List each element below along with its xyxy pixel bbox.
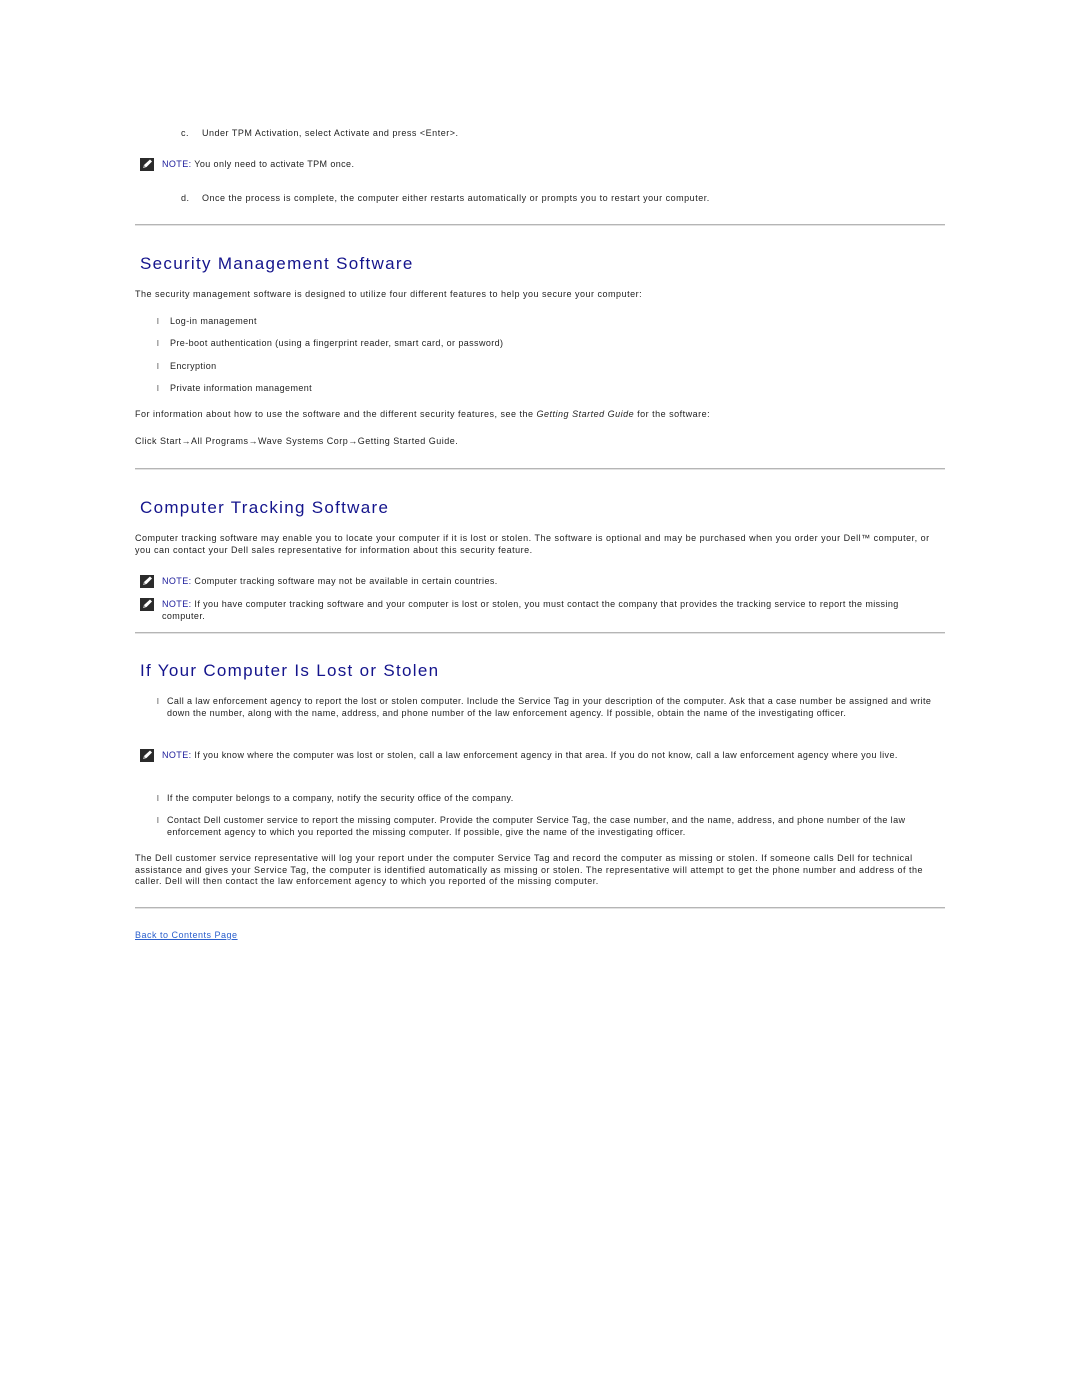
note-pencil-icon — [140, 749, 154, 762]
section-title-security: Security Management Software — [140, 254, 414, 273]
note-text: You only need to activate TPM once. — [194, 159, 355, 169]
list-item-text: Call a law enforcement agency to report … — [167, 696, 932, 718]
list-item: l If the computer belongs to a company, … — [135, 793, 945, 805]
section-divider — [135, 468, 945, 470]
note-tracking-contact: NOTE: If you have computer tracking soft… — [140, 598, 940, 622]
list-item: l Call a law enforcement agency to repor… — [135, 696, 945, 719]
info-text: for the software: — [634, 409, 711, 419]
click-path: Click Start→All Programs→Wave Systems Co… — [135, 436, 459, 446]
bullet-marker: l — [157, 339, 160, 348]
note-know-location: NOTE: If you know where the computer was… — [140, 749, 940, 762]
note-tpm: NOTE: You only need to activate TPM once… — [140, 158, 940, 171]
step-text: Once the process is complete, the comput… — [202, 193, 710, 203]
step-label: c. — [181, 128, 190, 138]
list-item-text: Log-in management — [170, 316, 257, 326]
security-info: For information about how to use the sof… — [135, 409, 945, 421]
list-item-text: If the computer belongs to a company, no… — [167, 793, 514, 803]
note-text: If you know where the computer was lost … — [194, 750, 898, 760]
closing-paragraph: The Dell customer service representative… — [135, 853, 924, 886]
note-pencil-icon — [140, 598, 154, 611]
note-tracking-unavailable: NOTE: Computer tracking software may not… — [140, 575, 940, 588]
list-item-text: Pre-boot authentication (using a fingerp… — [170, 338, 504, 348]
note-keyword: NOTE: — [162, 750, 192, 760]
step-label: d. — [181, 193, 190, 203]
bullet-marker: l — [157, 816, 160, 825]
section-title-tracking: Computer Tracking Software — [140, 498, 390, 517]
info-text: For information about how to use the sof… — [135, 409, 537, 419]
bullet-marker: l — [157, 697, 160, 706]
note-pencil-icon — [140, 158, 154, 171]
note-text: If you have computer tracking software a… — [162, 599, 899, 621]
section-title-lost: If Your Computer Is Lost or Stolen — [140, 661, 440, 680]
bullet-marker: l — [157, 794, 160, 803]
section-divider — [135, 224, 945, 226]
list-item: l Encryption — [135, 361, 217, 373]
step-text: Under TPM Activation, select Activate an… — [202, 128, 459, 138]
section-divider — [135, 632, 945, 634]
note-keyword: NOTE: — [162, 576, 192, 586]
note-text: Computer tracking software may not be av… — [194, 576, 498, 586]
bullet-marker: l — [157, 317, 160, 326]
bullet-marker: l — [157, 362, 160, 371]
list-item-text: Contact Dell customer service to report … — [167, 815, 906, 837]
list-item-text: Encryption — [170, 361, 217, 371]
security-intro: The security management software is desi… — [135, 289, 643, 299]
back-to-contents-link[interactable]: Back to Contents Page — [135, 930, 238, 940]
note-keyword: NOTE: — [162, 599, 192, 609]
list-item: l Contact Dell customer service to repor… — [135, 815, 945, 838]
note-keyword: NOTE: — [162, 159, 192, 169]
step-c: c. Under TPM Activation, select Activate … — [181, 128, 458, 138]
step-d: d. Once the process is complete, the comp… — [181, 193, 710, 203]
list-item: l Log-in management — [135, 316, 257, 328]
list-item-text: Private information management — [170, 383, 313, 393]
tracking-intro: Computer tracking software may enable yo… — [135, 533, 930, 555]
note-pencil-icon — [140, 575, 154, 588]
list-item: l Pre-boot authentication (using a finge… — [135, 338, 503, 350]
bullet-marker: l — [157, 384, 160, 393]
guide-title: Getting Started Guide — [536, 409, 635, 419]
list-item: l Private information management — [135, 383, 312, 395]
section-divider — [135, 907, 945, 909]
